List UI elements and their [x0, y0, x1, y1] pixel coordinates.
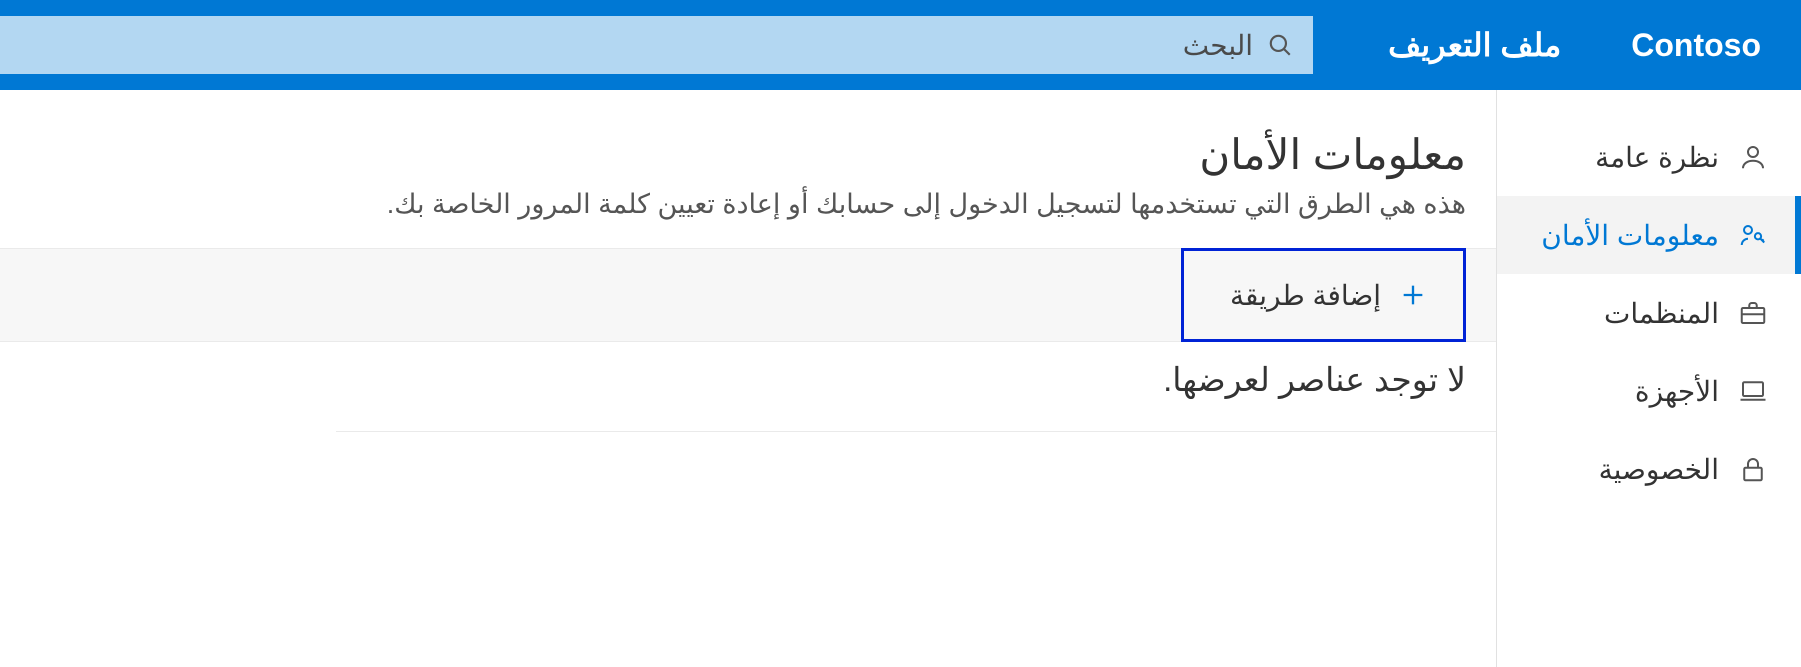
page-subtitle: هذه هي الطرق التي تستخدمها لتسجيل الدخول…	[0, 189, 1496, 248]
app-title: ملف التعريف	[1338, 26, 1601, 64]
page-title: معلومات الأمان	[0, 130, 1496, 189]
key-person-icon	[1737, 219, 1769, 251]
sidebar: نظرة عامة معلومات الأمان	[1496, 90, 1801, 667]
laptop-icon	[1737, 375, 1769, 407]
brand-name: Contoso	[1601, 27, 1801, 64]
lock-icon	[1737, 453, 1769, 485]
sidebar-item-organizations[interactable]: المنظمات	[1497, 274, 1801, 352]
sidebar-item-overview[interactable]: نظرة عامة	[1497, 118, 1801, 196]
sidebar-item-devices[interactable]: الأجهزة	[1497, 352, 1801, 430]
plus-icon	[1399, 281, 1427, 309]
briefcase-icon	[1737, 297, 1769, 329]
sidebar-item-label: الخصوصية	[1599, 453, 1719, 486]
search-placeholder: البحث	[1183, 29, 1253, 62]
add-method-label: إضافة طريقة	[1230, 279, 1381, 312]
sidebar-item-security-info[interactable]: معلومات الأمان	[1497, 196, 1801, 274]
sidebar-item-label: معلومات الأمان	[1541, 219, 1719, 252]
sidebar-item-label: الأجهزة	[1635, 375, 1719, 408]
person-icon	[1737, 141, 1769, 173]
add-method-row: إضافة طريقة	[0, 248, 1496, 342]
search-container: البحث	[0, 16, 1338, 74]
sidebar-item-label: المنظمات	[1604, 297, 1719, 330]
add-method-button[interactable]: إضافة طريقة	[1181, 248, 1466, 342]
search-icon	[1267, 32, 1293, 58]
search-input[interactable]: البحث	[0, 16, 1313, 74]
sidebar-item-label: نظرة عامة	[1595, 141, 1719, 174]
main-content: معلومات الأمان هذه هي الطرق التي تستخدمه…	[0, 90, 1496, 667]
empty-state-message: لا توجد عناصر لعرضها.	[336, 342, 1496, 432]
sidebar-item-privacy[interactable]: الخصوصية	[1497, 430, 1801, 508]
app-header: Contoso ملف التعريف البحث	[0, 0, 1801, 90]
